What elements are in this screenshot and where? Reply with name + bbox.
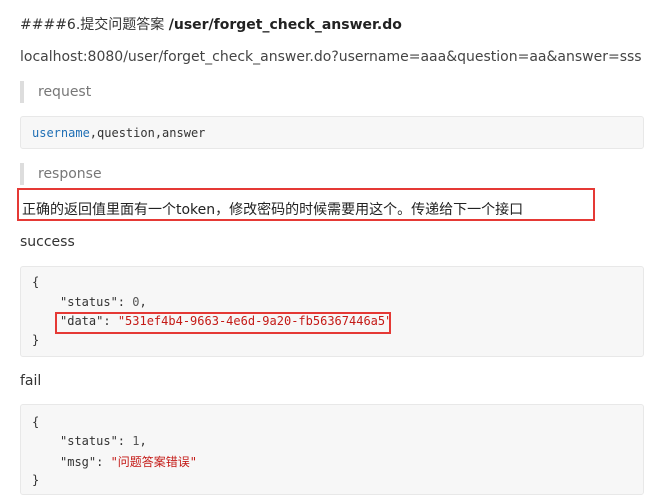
- response-label: response: [20, 163, 102, 185]
- request-url: localhost:8080/user/forget_check_answer.…: [20, 49, 642, 65]
- fail-status-key: "status": [60, 434, 118, 448]
- param-username: username: [32, 126, 90, 140]
- fail-msg-line: "msg": "问题答案错误": [60, 453, 197, 470]
- success-status-comma: ,: [139, 295, 147, 309]
- fail-code-block: { "status": 1, "msg": "问题答案错误" }: [20, 404, 644, 495]
- request-params-code-block: username,question,answer: [20, 116, 644, 149]
- param-rest: ,question,answer: [89, 126, 206, 140]
- success-status-key: "status": [60, 295, 118, 309]
- request-label: request: [20, 81, 91, 103]
- success-status-line: "status": 0,: [60, 295, 147, 309]
- document-page: ####6.提交问题答案 /user/forget_check_answer.d…: [0, 0, 662, 502]
- fail-msg-sep: :: [96, 455, 111, 469]
- fail-status-line: "status": 1,: [60, 434, 147, 448]
- note-highlight-box: [17, 188, 595, 221]
- fail-label: fail: [20, 373, 42, 389]
- fail-open-brace: {: [32, 415, 40, 429]
- fail-status-comma: ,: [139, 434, 147, 448]
- fail-msg-value: "问题答案错误": [110, 455, 198, 469]
- success-close-brace: }: [32, 333, 40, 347]
- success-status-sep: :: [117, 295, 133, 309]
- fail-status-sep: :: [117, 434, 133, 448]
- fail-msg-key: "msg": [60, 455, 97, 469]
- request-params-line: username,question,answer: [32, 126, 205, 140]
- heading-path: /user/forget_check_answer.do: [168, 17, 402, 33]
- success-open-brace: {: [32, 275, 40, 289]
- success-label: success: [20, 234, 75, 250]
- data-highlight-box: [55, 312, 391, 334]
- heading-prefix: ####6.提交问题答案: [20, 17, 169, 33]
- fail-close-brace: }: [32, 473, 40, 487]
- section-heading: ####6.提交问题答案 /user/forget_check_answer.d…: [20, 14, 402, 34]
